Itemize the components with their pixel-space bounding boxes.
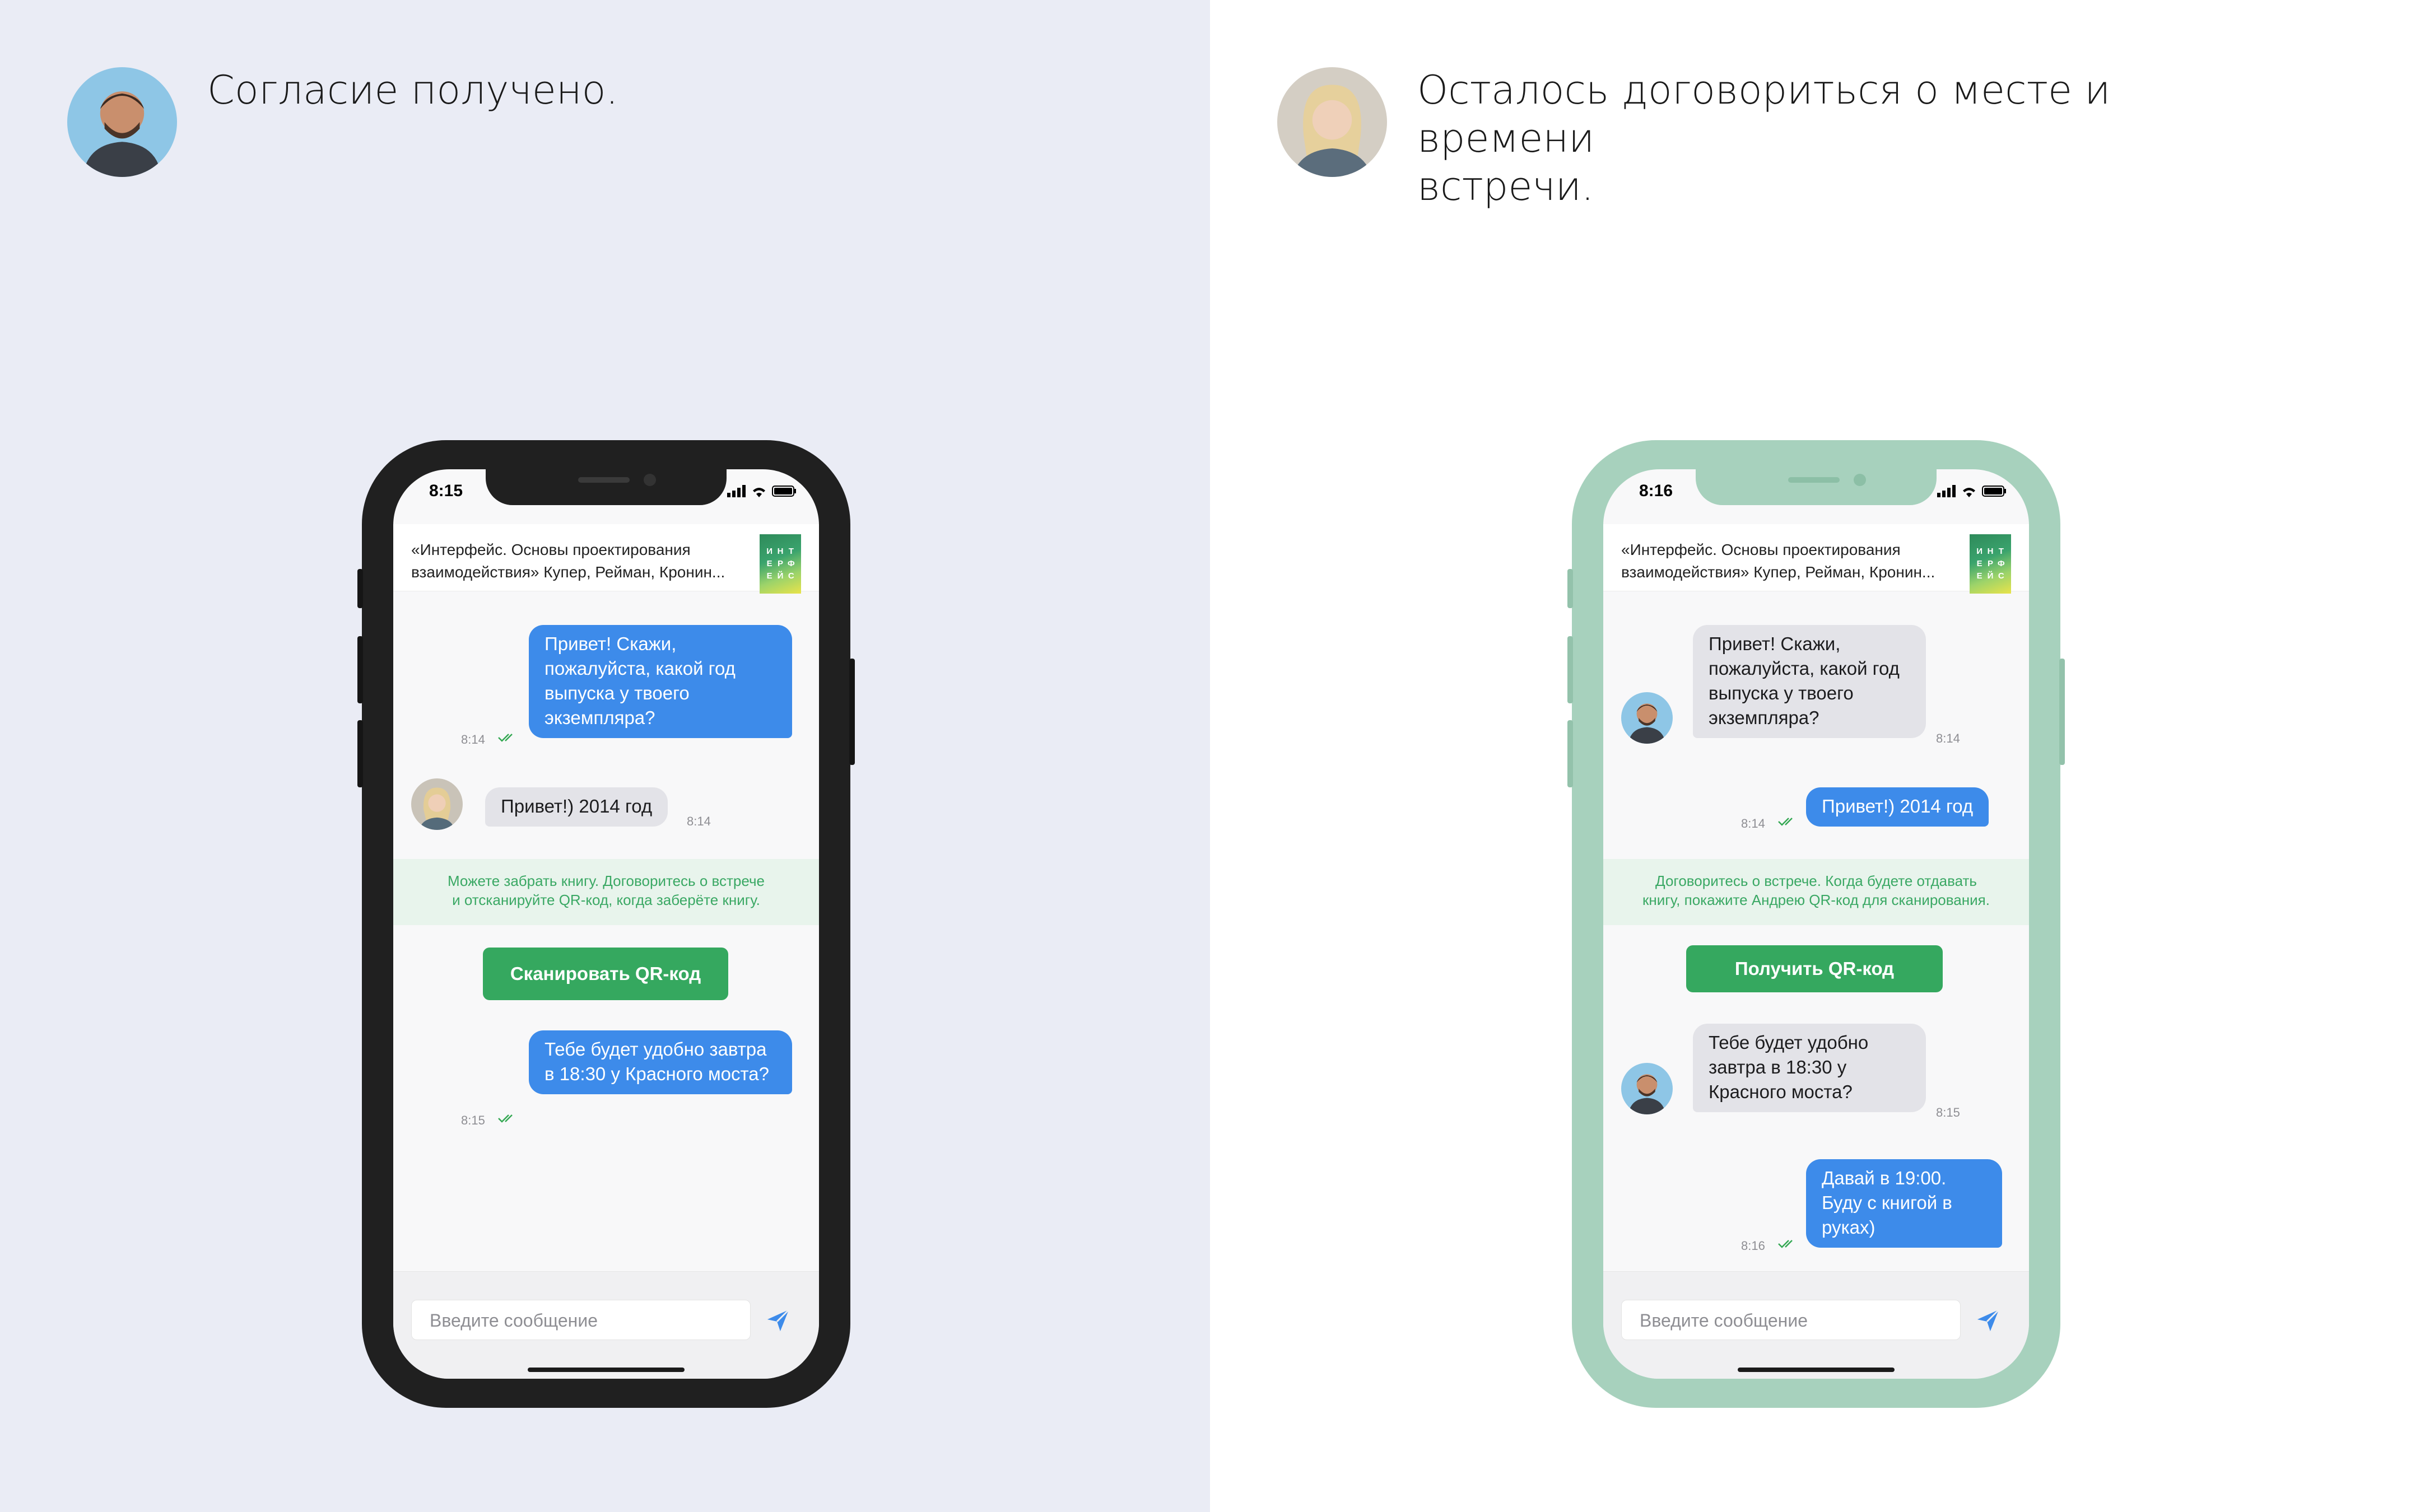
message-input[interactable]: Введите сообщение bbox=[1621, 1300, 1961, 1340]
chat-header[interactable]: «Интерфейс. Основы проектирования взаимо… bbox=[1603, 524, 2029, 594]
double-check-icon bbox=[498, 734, 513, 742]
message-bubble-outgoing[interactable]: Привет!) 2014 год bbox=[1806, 787, 1989, 827]
double-check-icon bbox=[1778, 818, 1793, 826]
scan-qr-button[interactable]: Сканировать QR-код bbox=[483, 948, 728, 1000]
volume-up-button bbox=[357, 636, 363, 703]
power-button bbox=[849, 659, 855, 765]
phone-screen: 8:15 «Интерфейс. Основы проектирования в… bbox=[393, 469, 819, 1379]
right-panel: Осталось договориться о месте и времени … bbox=[1210, 0, 2420, 1512]
right-phone: 8:16 «Интерфейс. Основы проектирования в… bbox=[1567, 440, 2065, 1408]
left-panel: Согласие получено. 8:15 «Интерфейс. Осно… bbox=[0, 0, 1210, 1512]
phone-notch bbox=[486, 469, 727, 505]
send-icon[interactable] bbox=[765, 1308, 791, 1333]
status-time: 8:16 bbox=[1639, 482, 1673, 500]
mute-switch bbox=[1567, 569, 1573, 608]
status-icons bbox=[727, 485, 797, 497]
message-time: 8:14 bbox=[687, 814, 711, 828]
send-icon[interactable] bbox=[1975, 1308, 2001, 1333]
wifi-icon bbox=[1963, 488, 1975, 497]
signal-icon bbox=[1937, 485, 1956, 497]
signal-icon bbox=[727, 485, 746, 497]
man-avatar-icon[interactable] bbox=[1621, 692, 1673, 744]
woman-avatar-icon bbox=[1277, 67, 1387, 177]
message-bubble-outgoing[interactable]: Тебе будет удобно завтра в 18:30 у Красн… bbox=[529, 1030, 792, 1094]
power-button bbox=[2059, 659, 2065, 765]
message-bubble-incoming[interactable]: Тебе будет удобно завтра в 18:30 у Красн… bbox=[1693, 1024, 1926, 1112]
man-avatar-icon[interactable] bbox=[1621, 1063, 1673, 1114]
volume-down-button bbox=[1567, 720, 1573, 787]
book-cover-icon[interactable]: ИНТ ЕРФ ЕЙС bbox=[1970, 534, 2011, 594]
volume-up-button bbox=[1567, 636, 1573, 703]
message-time: 8:14 bbox=[1936, 731, 1960, 745]
message-bubble-outgoing[interactable]: Привет! Скажи, пожалуйста, какой год вып… bbox=[529, 625, 792, 738]
battery-icon bbox=[772, 486, 796, 497]
home-indicator bbox=[1738, 1368, 1895, 1372]
double-check-icon bbox=[498, 1114, 513, 1123]
double-check-icon bbox=[1778, 1240, 1793, 1248]
message-bubble-incoming[interactable]: Привет! Скажи, пожалуйста, какой год вып… bbox=[1693, 625, 1926, 738]
book-title: «Интерфейс. Основы проектирования взаимо… bbox=[411, 541, 725, 581]
message-time: 8:14 bbox=[461, 732, 485, 746]
message-input[interactable]: Введите сообщение bbox=[411, 1300, 751, 1340]
woman-avatar-icon[interactable] bbox=[411, 778, 463, 830]
book-cover-icon[interactable]: ИНТ ЕРФ ЕЙС bbox=[760, 534, 801, 594]
message-time: 8:14 bbox=[1741, 816, 1765, 830]
status-icons bbox=[1937, 485, 2007, 497]
left-caption: Согласие получено. bbox=[207, 67, 618, 113]
mute-switch bbox=[357, 569, 363, 608]
wifi-icon bbox=[753, 488, 765, 497]
left-phone: 8:15 «Интерфейс. Основы проектирования в… bbox=[357, 440, 855, 1408]
message-time: 8:15 bbox=[1936, 1105, 1960, 1119]
book-title: «Интерфейс. Основы проектирования взаимо… bbox=[1621, 541, 1935, 581]
right-caption: Осталось договориться о месте и времени … bbox=[1417, 67, 2111, 209]
message-input-bar: Введите сообщение bbox=[1603, 1271, 2029, 1379]
message-input-bar: Введите сообщение bbox=[393, 1271, 819, 1379]
chat-header[interactable]: «Интерфейс. Основы проектирования взаимо… bbox=[393, 524, 819, 594]
get-qr-button[interactable]: Получить QR-код bbox=[1686, 945, 1943, 992]
status-time: 8:15 bbox=[429, 482, 463, 500]
message-time: 8:16 bbox=[1741, 1239, 1765, 1253]
message-bubble-incoming[interactable]: Привет!) 2014 год bbox=[485, 787, 668, 827]
battery-icon bbox=[1982, 486, 2006, 497]
home-indicator bbox=[528, 1368, 685, 1372]
message-time: 8:15 bbox=[461, 1113, 485, 1127]
volume-down-button bbox=[357, 720, 363, 787]
man-avatar-icon bbox=[67, 67, 177, 177]
message-bubble-outgoing[interactable]: Давай в 19:00. Буду с книгой в руках) bbox=[1806, 1159, 2002, 1248]
system-note: Договоритесь о встрече. Когда будете отд… bbox=[1603, 859, 2029, 925]
system-note: Можете забрать книгу. Договоритесь о вст… bbox=[393, 859, 819, 925]
phone-notch bbox=[1696, 469, 1937, 505]
phone-screen: 8:16 «Интерфейс. Основы проектирования в… bbox=[1603, 469, 2029, 1379]
